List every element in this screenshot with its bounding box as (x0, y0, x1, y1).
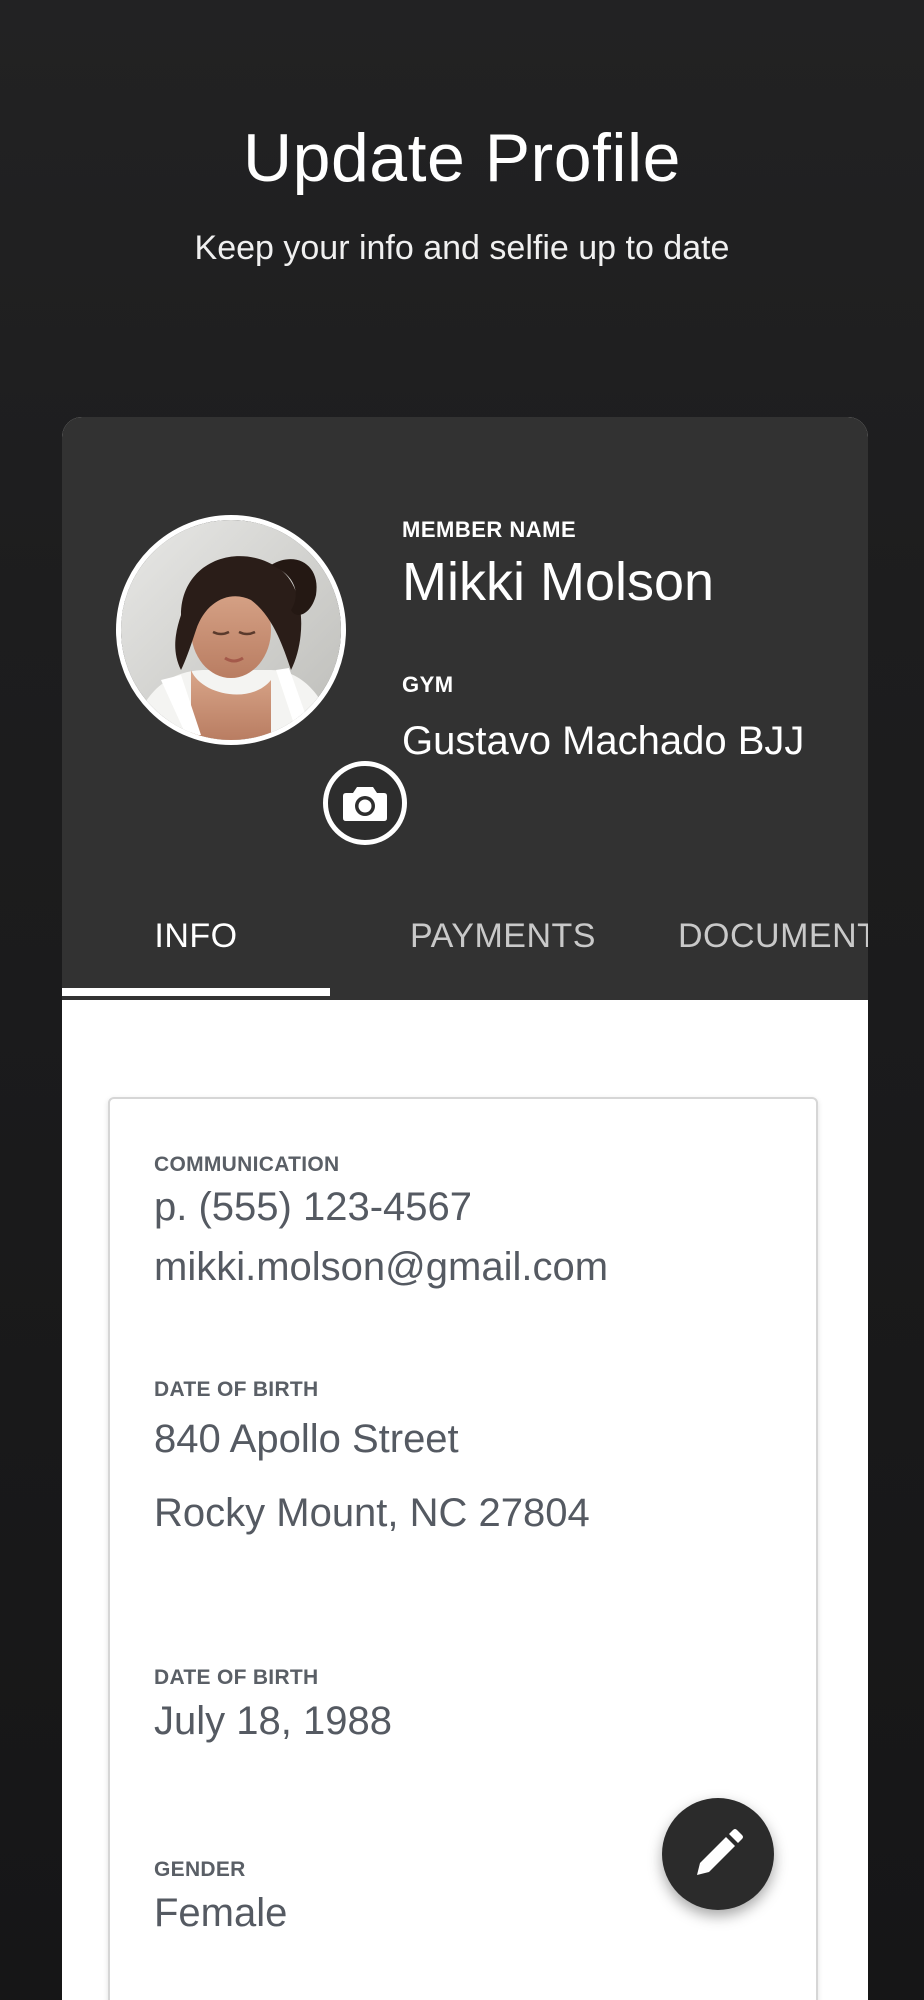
profile-header: MEMBER NAME Mikki Molson GYM Gustavo Mac… (62, 417, 868, 1000)
member-name: Mikki Molson (402, 552, 715, 612)
avatar[interactable] (116, 515, 346, 745)
phone-value[interactable]: p. (555) 123-4567 (154, 1182, 472, 1232)
address-label: DATE OF BIRTH (154, 1378, 319, 1401)
camera-icon (343, 787, 387, 821)
email-value[interactable]: mikki.molson@gmail.com (154, 1242, 608, 1292)
address-line-1: 840 Apollo Street (154, 1417, 459, 1461)
profile-card: MEMBER NAME Mikki Molson GYM Gustavo Mac… (62, 417, 868, 2000)
profile-photo (121, 520, 341, 740)
gender-value: Female (154, 1891, 288, 1935)
dob-value: July 18, 1988 (154, 1699, 392, 1743)
page-title: Update Profile (243, 120, 681, 196)
tab-documents[interactable]: DOCUMENTS (678, 872, 868, 1000)
dob-label: DATE OF BIRTH (154, 1666, 319, 1689)
avatar-container (116, 515, 407, 845)
tab-info[interactable]: INFO (62, 872, 330, 1000)
address-line-2: Rocky Mount, NC 27804 (154, 1491, 590, 1535)
change-photo-button[interactable] (323, 761, 407, 845)
gym-name: Gustavo Machado BJJ (402, 719, 805, 763)
member-name-label: MEMBER NAME (402, 517, 577, 542)
pencil-icon (697, 1829, 743, 1875)
communication-label: COMMUNICATION (154, 1153, 340, 1176)
tab-bar: INFO PAYMENTS DOCUMENTS (62, 872, 868, 1000)
active-tab-indicator (62, 988, 330, 996)
gender-label: GENDER (154, 1858, 246, 1881)
edit-button[interactable] (662, 1798, 774, 1910)
gym-label: GYM (402, 672, 454, 697)
tab-payments[interactable]: PAYMENTS (392, 872, 614, 1000)
page-subtitle: Keep your info and selfie up to date (194, 229, 730, 267)
